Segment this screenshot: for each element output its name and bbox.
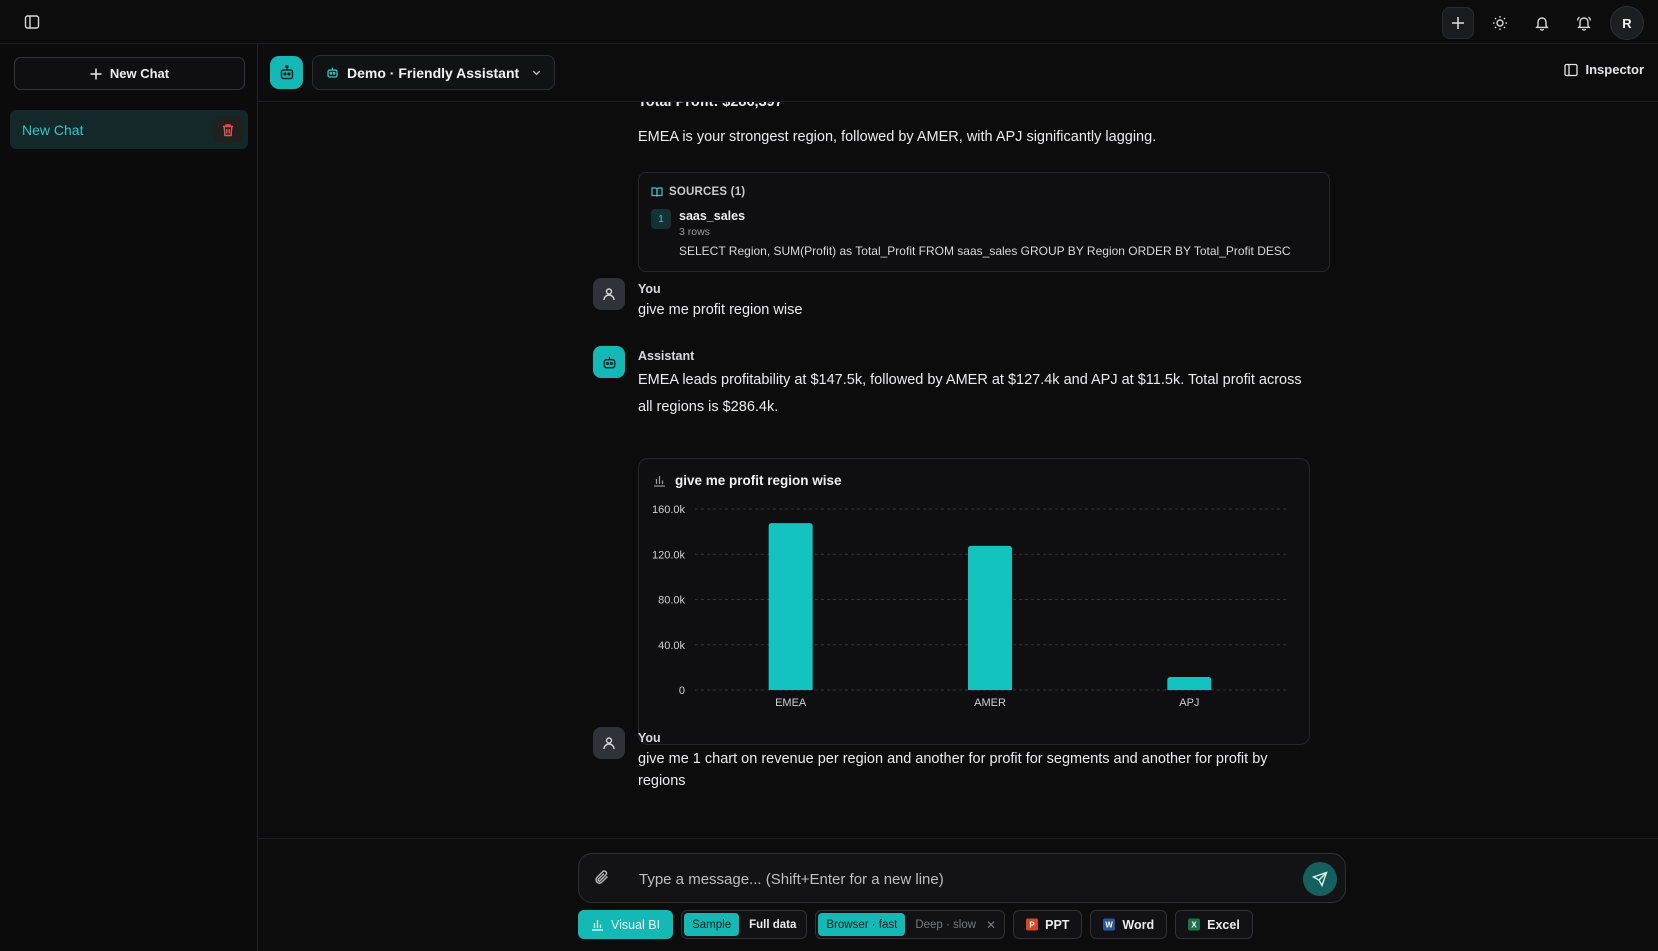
agent-selector[interactable]: Demo · Friendly Assistant [312,55,555,90]
composer-area: Visual BI Sample Full data Browser · fas… [258,838,1658,951]
word-label: Word [1122,917,1155,932]
assistant-summary: EMEA is your strongest region, followed … [638,129,1157,145]
svg-text:P: P [1029,921,1035,930]
bar-chart-icon [654,476,665,487]
word-export-button[interactable]: W Word [1090,910,1168,939]
x-tick-label: APJ [1179,697,1199,709]
bot-icon [327,67,338,78]
new-chat-button[interactable]: New Chat [14,57,245,90]
deep-slow-option[interactable]: Deep · slow [907,913,984,936]
source-index-badge: 1 [651,209,671,229]
sidebar: New Chat New Chat [0,44,258,951]
excel-label: Excel [1207,917,1240,932]
sidebar-chat-item[interactable]: New Chat [10,110,248,149]
y-tick-label: 120.0k [652,549,686,561]
chart-card: 0 40.0k 80.0k 120.0k 160.0k EMEA AMER APJ give … [638,458,1310,745]
powerpoint-icon: P [1026,918,1039,931]
plus-icon[interactable] [1442,7,1474,39]
bell-ring-icon[interactable] [1568,7,1600,39]
sidebar-toggle-icon[interactable] [22,12,42,32]
source-name[interactable]: saas_sales [679,209,745,223]
agent-name: Demo · Friendly Assistant [347,64,520,81]
chat-item-title: New Chat [22,121,84,138]
chart-title-row: give me profit region wise [653,473,842,488]
visual-bi-label: Visual BI [611,917,661,932]
y-tick-label: 160.0k [652,504,686,516]
inspector-button[interactable]: Inspector [1564,62,1644,77]
send-icon[interactable] [1303,862,1337,896]
sources-card: SOURCES (1) 1 saas_sales 3 rows SELECT R… [638,172,1330,272]
bot-icon[interactable] [270,56,303,89]
x-tick-label: EMEA [775,697,807,709]
bell-icon[interactable] [1526,7,1558,39]
svg-text:W: W [1106,921,1114,930]
message-role: You [638,282,661,296]
svg-text:X: X [1191,921,1197,930]
bar-apj[interactable] [1167,676,1212,690]
message-input[interactable] [639,866,1259,892]
composer-toolbar: Visual BI Sample Full data Browser · fas… [578,910,1253,939]
close-icon[interactable]: ✕ [986,918,1002,932]
source-query: SELECT Region, SUM(Profit) as Total_Prof… [679,244,1291,258]
browser-fast-option[interactable]: Browser · fast [818,913,906,936]
message-list: Total Profit: $286,397 EMEA is your stro… [258,102,1658,838]
x-tick-label: AMER [974,697,1006,709]
excel-export-button[interactable]: X Excel [1175,910,1253,939]
y-tick-label: 40.0k [658,640,685,652]
sun-icon[interactable] [1484,7,1516,39]
user-message-text: give me 1 chart on revenue per region an… [638,751,1268,789]
bar-emea[interactable] [768,523,813,690]
sources-header: SOURCES (1) [651,186,745,198]
user-message-text: give me profit region wise [638,302,803,318]
full-data-option[interactable]: Full data [741,913,804,936]
search-mode-toggle: Browser · fast Deep · slow ✕ [815,910,1006,939]
plus-icon [90,68,102,79]
source-row-count: 3 rows [679,226,710,238]
bar-chart: 0 40.0k 80.0k 120.0k 160.0k EMEA AMER APJ [652,504,1289,709]
visual-bi-button[interactable]: Visual BI [578,910,674,939]
user-icon [593,727,625,759]
top-bar: R [0,0,1658,44]
sample-option[interactable]: Sample [684,913,740,936]
excel-icon: X [1188,918,1201,931]
bar-chart-icon [592,920,603,931]
total-profit-line: Total Profit: $286,397 [638,102,783,110]
paperclip-icon[interactable] [593,868,611,889]
y-tick-label: 80.0k [658,595,685,607]
chat-header: Demo · Friendly Assistant Inspector [258,44,1658,102]
word-icon: W [1103,918,1116,931]
panel-icon [1564,63,1579,76]
chevron-down-icon [532,70,541,76]
trash-icon[interactable] [214,116,242,143]
new-chat-label: New Chat [109,66,170,81]
bar-amer[interactable] [968,545,1012,690]
message-role: Assistant [638,349,695,363]
assistant-message-text: EMEA leads profitability at $147.5k, fol… [638,372,1302,415]
chart-title: give me profit region wise [675,473,842,488]
message-role: You [638,731,661,745]
message-composer [578,853,1346,903]
ppt-export-button[interactable]: P PPT [1013,910,1083,939]
y-tick-label: 0 [679,685,685,697]
data-mode-toggle: Sample Full data [681,910,808,939]
book-icon [651,187,663,197]
ppt-label: PPT [1045,917,1070,932]
sources-title: SOURCES (1) [669,186,746,198]
user-icon [593,278,625,310]
user-avatar[interactable]: R [1610,6,1644,40]
inspector-label: Inspector [1585,62,1644,77]
bot-icon [593,346,625,378]
